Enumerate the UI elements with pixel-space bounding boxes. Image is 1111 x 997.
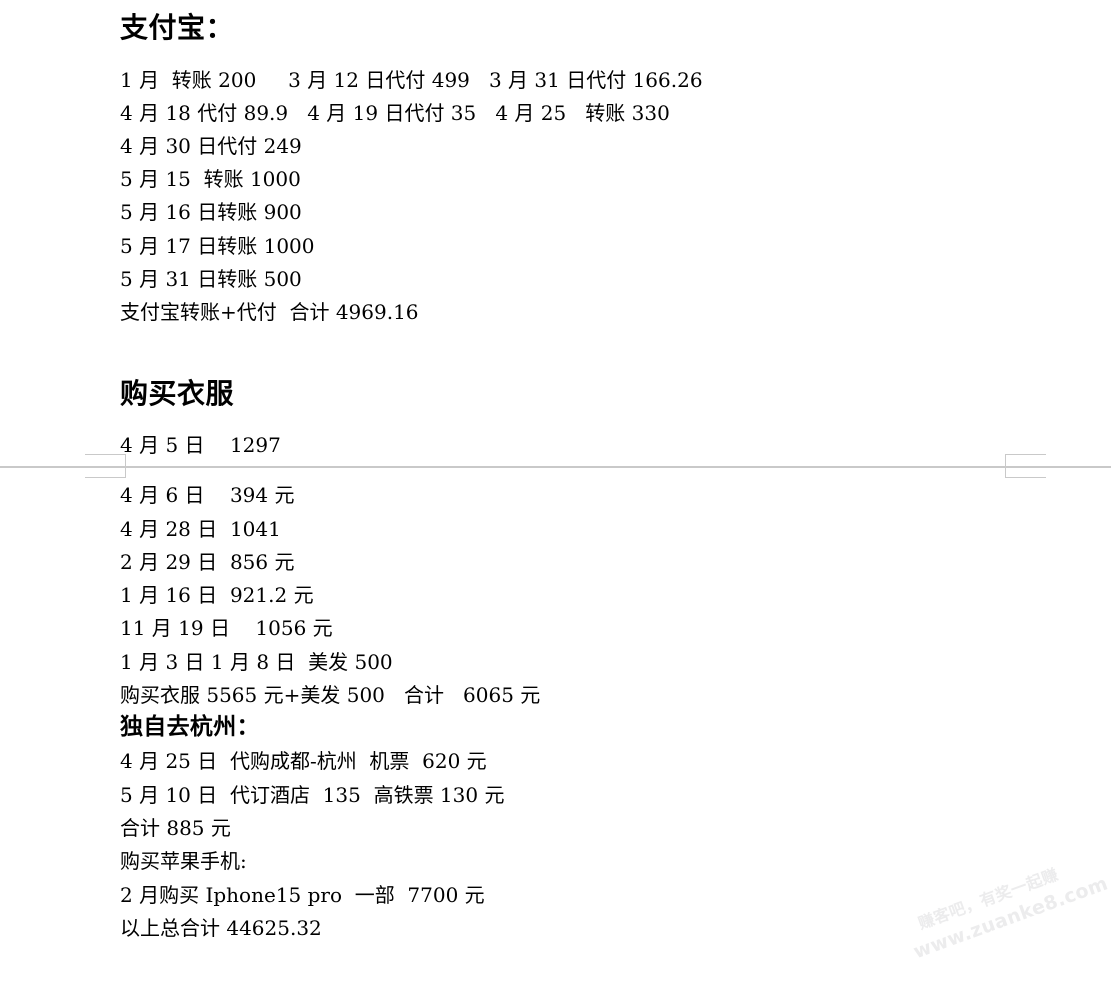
clothing-line-4: 2 月 29 日 856 元: [120, 550, 295, 574]
hangzhou-line-2: 5 月 10 日 代订酒店 135 高铁票 130 元: [120, 783, 505, 807]
clothing-total-line: 购买衣服 5565 元+美发 500 合计 6065 元: [120, 683, 541, 707]
heading-clothing: 购买衣服: [120, 377, 235, 410]
alipay-total-line: 支付宝转账+代付 合计 4969.16: [120, 300, 419, 324]
clothing-line-6: 11 月 19 日 1056 元: [120, 616, 333, 640]
alipay-line-7: 5 月 31 日转账 500: [120, 267, 302, 291]
clothing-line-3: 4 月 28 日 1041: [120, 517, 281, 541]
heading-iphone: 购买苹果手机:: [120, 849, 247, 873]
heading-hangzhou: 独自去杭州：: [120, 713, 260, 740]
clothing-line-2: 4 月 6 日 394 元: [120, 483, 295, 507]
alipay-line-5: 5 月 16 日转账 900: [120, 200, 302, 224]
page-break-rule: [0, 466, 1111, 468]
site-watermark: 赚客吧，有奖一起赚 www.zuanke8.com: [901, 851, 1111, 997]
watermark-slogan: 赚客吧，有奖一起赚: [915, 864, 1061, 933]
alipay-line-1: 1 月 转账 200 3 月 12 日代付 499 3 月 31 日代付 166…: [120, 68, 703, 92]
alipay-line-4: 5 月 15 转账 1000: [120, 167, 301, 191]
heading-alipay: 支付宝：: [120, 11, 235, 44]
clothing-line-5: 1 月 16 日 921.2 元: [120, 583, 314, 607]
alipay-line-3: 4 月 30 日代付 249: [120, 134, 302, 158]
page-break-bracket-left: [85, 454, 126, 478]
clothing-line-7: 1 月 3 日 1 月 8 日 美发 500: [120, 650, 393, 674]
document-page: 支付宝： 1 月 转账 200 3 月 12 日代付 499 3 月 31 日代…: [0, 0, 1111, 963]
watermark-url: www.zuanke8.com: [910, 872, 1111, 964]
alipay-line-6: 5 月 17 日转账 1000: [120, 234, 315, 258]
page-break-separator: [0, 454, 1111, 478]
hangzhou-total-line: 合计 885 元: [120, 816, 231, 840]
clothing-line-1: 4 月 5 日 1297: [120, 433, 281, 457]
hangzhou-line-1: 4 月 25 日 代购成都-杭州 机票 620 元: [120, 749, 487, 773]
alipay-line-2: 4 月 18 代付 89.9 4 月 19 日代付 35 4 月 25 转账 3…: [120, 101, 670, 125]
page-break-bracket-right: [1005, 454, 1046, 478]
grand-total-line: 以上总合计 44625.32: [120, 916, 322, 940]
iphone-line-1: 2 月购买 Iphone15 pro 一部 7700 元: [120, 883, 485, 907]
